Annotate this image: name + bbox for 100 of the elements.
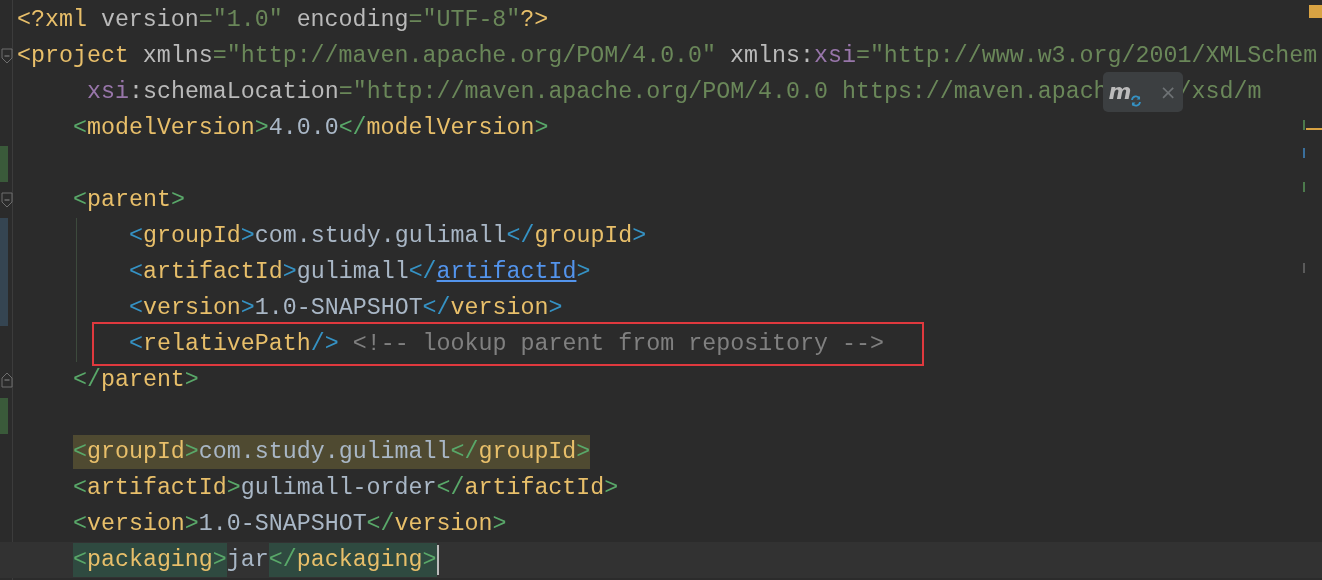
tag-bracket: < <box>129 330 143 359</box>
tag-name: relativePath <box>143 330 311 359</box>
tag-bracket: </ <box>268 543 297 577</box>
tag-bracket: > <box>492 510 507 539</box>
tag-name: modelVersion <box>87 114 255 143</box>
tag-bracket: </ <box>338 114 367 143</box>
tag-bracket: </ <box>422 294 451 323</box>
tag-bracket: ?> <box>520 6 549 35</box>
element-text: 1.0-SNAPSHOT <box>254 294 423 323</box>
attribute-name: xmlns <box>141 42 213 71</box>
tag-bracket: > <box>240 222 255 251</box>
tag-name: artifactId <box>464 474 605 503</box>
tag-name: parent <box>87 186 171 215</box>
element-text: com.study.gulimall <box>254 222 507 251</box>
tag-bracket: < <box>129 222 143 251</box>
change-marker[interactable] <box>0 398 8 434</box>
tag-name: groupId <box>534 222 633 251</box>
colon: : <box>128 78 143 107</box>
tag-name: xml <box>44 6 87 35</box>
element-text: gulimall-order <box>240 474 437 503</box>
tag-bracket: > <box>184 366 199 395</box>
equals-sign: = <box>212 42 227 71</box>
tag-bracket: > <box>576 258 591 287</box>
element-text: jar <box>226 546 269 575</box>
colon: : <box>799 42 814 71</box>
tag-name: artifactId <box>87 474 227 503</box>
tag-bracket: < <box>73 114 87 143</box>
equals-sign: = <box>338 78 353 107</box>
tag-bracket: <? <box>17 6 45 35</box>
tag-name: groupId <box>87 435 185 469</box>
tag-bracket: > <box>534 114 549 143</box>
tag-name: version <box>450 294 549 323</box>
equals-sign: = <box>408 6 423 35</box>
tag-bracket: </ <box>408 258 437 287</box>
attribute-name: encoding <box>295 6 409 35</box>
tag-bracket: </ <box>506 222 535 251</box>
attribute-value: /xsd/m <box>1177 78 1262 107</box>
tag-bracket: </ <box>450 435 479 469</box>
tag-name: modelVersion <box>366 114 535 143</box>
tag-name: parent <box>100 366 185 395</box>
error-stripe-mark <box>1303 182 1305 192</box>
tag-bracket: < <box>129 258 143 287</box>
element-text: 1.0-SNAPSHOT <box>198 510 367 539</box>
attribute-value: "http://maven.apache.org/POM/4.0.0 https://maven.apach <box>352 78 1108 107</box>
tag-bracket: < <box>73 543 87 577</box>
inspection-status-icon[interactable] <box>1309 5 1322 18</box>
fold-icon[interactable] <box>1 48 13 64</box>
error-stripe-mark <box>1303 148 1305 158</box>
tag-bracket: /> <box>310 330 339 359</box>
attribute-value: "1.0" <box>212 6 283 35</box>
code-comment: <!-- lookup parent from repository --> <box>351 330 884 359</box>
tag-bracket: > <box>170 186 185 215</box>
text-caret <box>436 545 439 575</box>
tag-bracket: < <box>73 435 87 469</box>
tag-bracket: > <box>254 114 269 143</box>
tag-bracket: > <box>632 222 647 251</box>
tag-name: project <box>31 42 129 71</box>
element-text: gulimall <box>296 258 409 287</box>
attribute-name: xmlns <box>729 42 800 71</box>
change-marker[interactable] <box>0 146 8 182</box>
tag-name: version <box>87 510 185 539</box>
tag-bracket: </ <box>436 474 465 503</box>
attribute-value: "http://maven.apache.org/POM/4.0.0" <box>226 42 717 71</box>
tag-bracket: > <box>282 258 297 287</box>
tag-bracket: > <box>576 435 591 469</box>
tag-bracket: </ <box>366 510 395 539</box>
element-text: com.study.gulimall <box>198 435 451 469</box>
equals-sign: = <box>855 42 870 71</box>
tag-bracket: < <box>17 42 31 71</box>
tag-name: packaging <box>296 543 423 577</box>
error-stripe-mark <box>1303 263 1305 273</box>
maven-reload-button[interactable]: m <box>1108 81 1142 103</box>
tag-bracket: > <box>548 294 563 323</box>
attribute-value: "UTF-8" <box>422 6 521 35</box>
tag-name: version <box>143 294 241 323</box>
element-text: 4.0.0 <box>268 114 339 143</box>
change-marker[interactable] <box>0 290 8 326</box>
tag-bracket: < <box>129 294 143 323</box>
change-marker[interactable] <box>0 218 8 254</box>
equals-sign: = <box>198 6 213 35</box>
tag-name: groupId <box>478 435 577 469</box>
namespace-prefix: xsi <box>87 78 129 107</box>
namespace-prefix: xsi <box>813 42 856 71</box>
attribute-name: schemaLocation <box>142 78 339 107</box>
tag-bracket: > <box>226 474 241 503</box>
tag-bracket: > <box>604 474 619 503</box>
tag-bracket: < <box>73 510 87 539</box>
tag-name: packaging <box>87 543 213 577</box>
tag-bracket: > <box>240 294 255 323</box>
tag-bracket: </ <box>73 366 101 395</box>
attribute-value: "http://www.w3.org/2001/XMLSchem <box>869 42 1318 71</box>
tag-name: groupId <box>143 222 241 251</box>
tag-name: version <box>394 510 493 539</box>
tag-bracket: < <box>73 474 87 503</box>
attribute-name: version <box>99 6 199 35</box>
tag-bracket: < <box>73 186 87 215</box>
fold-icon[interactable] <box>1 192 13 208</box>
refresh-icon <box>1129 95 1142 107</box>
fold-icon[interactable] <box>1 372 13 388</box>
tag-bracket: > <box>184 510 199 539</box>
